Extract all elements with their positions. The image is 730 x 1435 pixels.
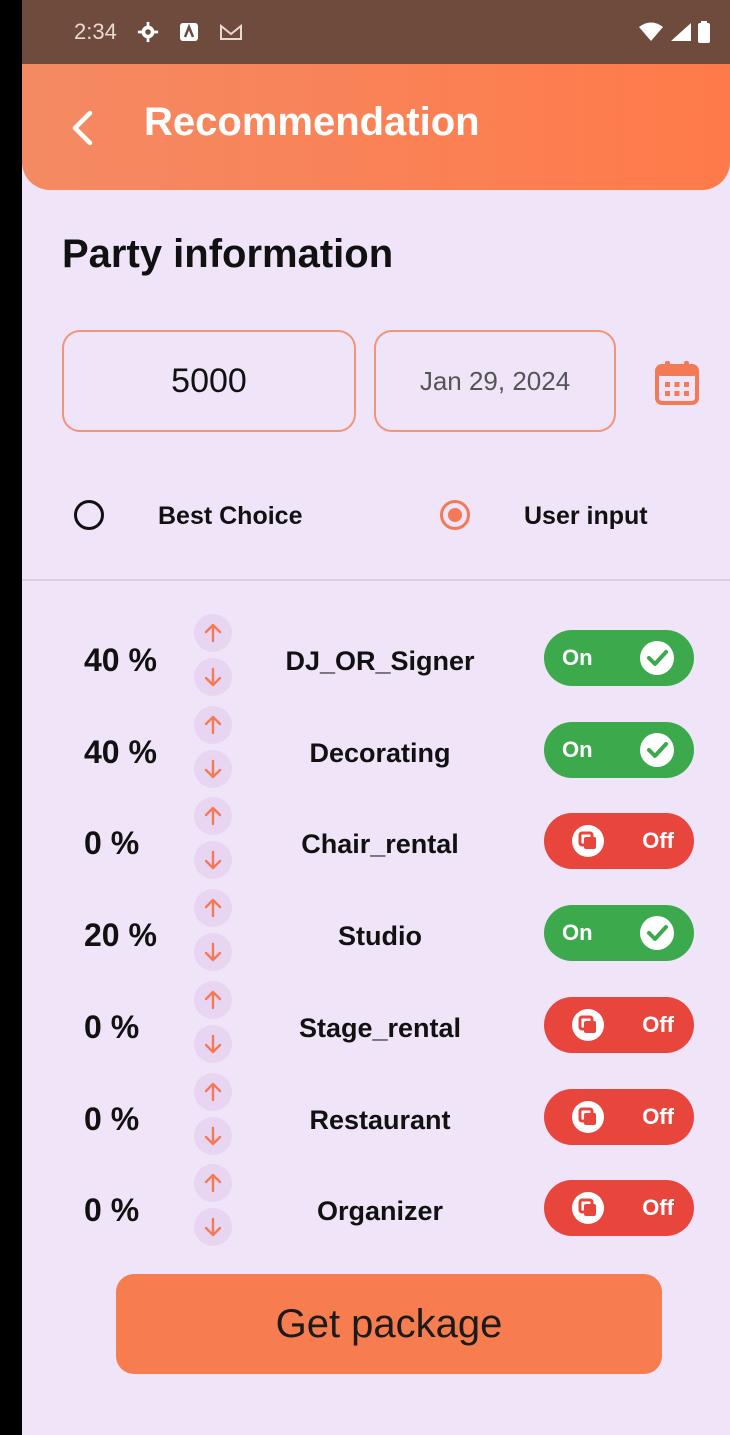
- service-name: Organizer: [316, 1196, 444, 1227]
- power-off-icon: [572, 1008, 604, 1041]
- service-toggle[interactable]: On: [544, 721, 694, 778]
- service-name: Restaurant: [309, 1104, 451, 1135]
- increase-button[interactable]: [194, 614, 232, 652]
- toggle-label: Off: [642, 1103, 674, 1129]
- decrease-button[interactable]: [194, 933, 232, 972]
- toggle-label: On: [562, 645, 593, 670]
- service-percent: 20 %: [84, 917, 157, 954]
- user-input-label: User input: [524, 502, 648, 530]
- signal-icon: [671, 23, 691, 41]
- chevron-left-icon[interactable]: [70, 110, 94, 146]
- decrease-button[interactable]: [194, 1116, 232, 1155]
- arrow-down-icon: [204, 851, 222, 870]
- date-field[interactable]: Jan 29, 2024: [374, 330, 616, 432]
- gmail-icon: [219, 23, 242, 40]
- decrease-button[interactable]: [194, 1208, 232, 1247]
- divider: [22, 579, 730, 581]
- user-input-radio[interactable]: [440, 500, 470, 530]
- arrow-up-icon: [204, 898, 222, 918]
- service-percent: 40 %: [84, 642, 157, 678]
- budget-input[interactable]: 5000: [62, 330, 356, 432]
- calendar-icon[interactable]: [654, 360, 700, 406]
- list-item: 40 % Decorating On: [22, 705, 730, 812]
- budget-value: 5000: [171, 361, 247, 400]
- arrow-up-icon: [204, 990, 222, 1009]
- arrow-down-icon: [204, 1034, 222, 1053]
- arrow-up-icon: [204, 1173, 222, 1193]
- date-value: Jan 29, 2024: [419, 365, 571, 396]
- decrease-button[interactable]: [194, 841, 232, 880]
- increase-button[interactable]: [194, 705, 232, 744]
- app-icon: [179, 23, 198, 41]
- service-name: Decorating: [309, 737, 451, 768]
- list-item: 20 % Studio On: [22, 889, 730, 995]
- decrease-button[interactable]: [194, 1024, 232, 1063]
- increase-button[interactable]: [194, 980, 232, 1019]
- increase-button[interactable]: [194, 1072, 232, 1111]
- status-time: 2:34: [74, 19, 117, 44]
- service-toggle[interactable]: On: [544, 630, 694, 686]
- increase-button[interactable]: [194, 797, 232, 836]
- service-percent: 0 %: [84, 1008, 140, 1045]
- toggle-label: On: [562, 736, 593, 762]
- service-toggle[interactable]: Off: [544, 1180, 694, 1237]
- arrow-down-icon: [204, 759, 222, 778]
- service-toggle[interactable]: On: [544, 905, 694, 962]
- toggle-label: Off: [642, 828, 674, 854]
- service-toggle[interactable]: Off: [544, 996, 694, 1053]
- app-screen: 2:34 Recommendation Party information 50…: [22, 0, 730, 1435]
- service-percent: 40 %: [84, 733, 157, 770]
- page-title: Recommendation: [144, 100, 480, 144]
- arrow-up-icon: [204, 1082, 222, 1101]
- list-item: 0 % Organizer Off: [22, 1164, 730, 1270]
- toggle-label: Off: [642, 1011, 674, 1037]
- increase-button[interactable]: [194, 1164, 232, 1203]
- gear-icon: [137, 21, 158, 43]
- get-package-button[interactable]: Get package: [116, 1274, 662, 1374]
- decrease-button[interactable]: [194, 658, 232, 696]
- arrow-up-icon: [204, 623, 222, 643]
- power-off-icon: [572, 1192, 604, 1225]
- best-choice-label: Best Choice: [158, 502, 303, 530]
- service-name: Chair_rental: [301, 829, 459, 860]
- arrow-up-icon: [204, 807, 222, 826]
- toggle-label: Off: [642, 1195, 674, 1221]
- status-bar: 2:34: [22, 0, 730, 64]
- arrow-down-icon: [204, 1217, 222, 1237]
- arrow-down-icon: [204, 1126, 222, 1145]
- arrow-up-icon: [204, 715, 222, 734]
- check-circle-icon: [640, 916, 674, 951]
- list-item: 0 % Stage_rental Off: [22, 980, 730, 1087]
- power-off-icon: [572, 1100, 604, 1133]
- service-toggle[interactable]: Off: [544, 1088, 694, 1145]
- service-name: Studio: [338, 921, 422, 952]
- mode-radio-group: Best Choice User input: [22, 490, 730, 540]
- decrease-button[interactable]: [194, 749, 232, 788]
- service-percent: 0 %: [84, 825, 140, 862]
- arrow-down-icon: [204, 942, 222, 962]
- list-item: 0 % Chair_rental Off: [22, 797, 730, 903]
- wifi-icon: [639, 22, 663, 41]
- app-bar: Recommendation: [22, 64, 730, 190]
- battery-icon: [698, 21, 710, 43]
- check-circle-icon: [640, 641, 674, 675]
- power-off-icon: [572, 825, 604, 858]
- list-item: 0 % Restaurant Off: [22, 1072, 730, 1179]
- service-name: DJ_OR_Signer: [285, 646, 475, 676]
- service-toggle[interactable]: Off: [544, 813, 694, 870]
- check-circle-icon: [640, 732, 674, 767]
- best-choice-radio[interactable]: [74, 500, 104, 530]
- arrow-down-icon: [204, 667, 222, 687]
- toggle-label: On: [562, 920, 593, 946]
- service-name: Stage_rental: [298, 1012, 462, 1043]
- section-title: Party information: [62, 232, 394, 276]
- service-percent: 0 %: [84, 1100, 140, 1137]
- service-percent: 0 %: [84, 1192, 140, 1229]
- list-item: 40 % DJ_OR_Signer On: [22, 614, 730, 720]
- increase-button[interactable]: [194, 889, 232, 928]
